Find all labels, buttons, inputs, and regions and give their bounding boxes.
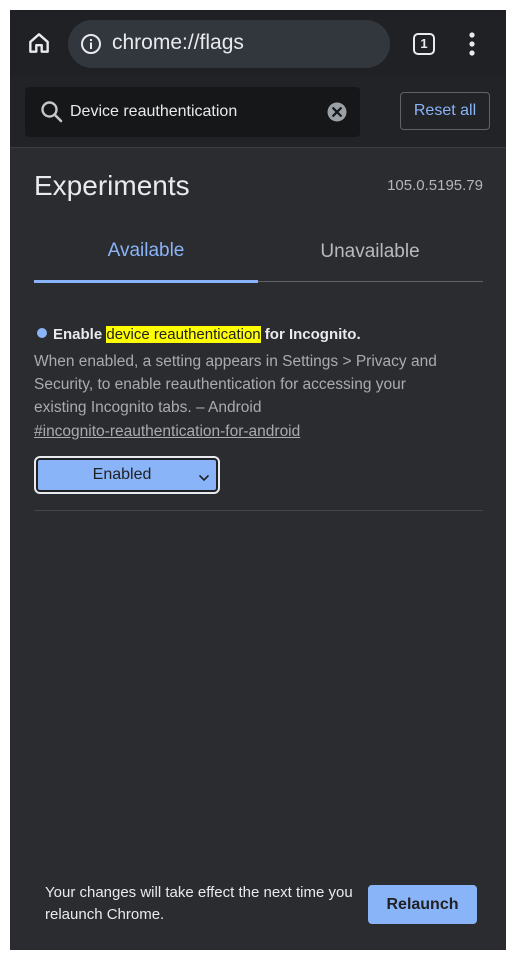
version-label: 105.0.5195.79: [387, 177, 483, 194]
flag-title-prefix: Enable: [53, 326, 107, 343]
flag-state-value: Enabled: [92, 466, 152, 483]
flags-page: chrome://flags 1 Device reauthentication: [10, 10, 506, 950]
info-icon[interactable]: [80, 33, 102, 55]
search-header: Device reauthentication Reset all: [10, 77, 506, 148]
relaunch-button[interactable]: Relaunch: [368, 885, 477, 924]
flag-title-suffix: for Incognito.: [260, 326, 361, 343]
more-vert-icon[interactable]: [460, 30, 484, 58]
tab-available[interactable]: Available: [34, 240, 258, 280]
flag-divider: [34, 510, 483, 511]
browser-toolbar: chrome://flags 1: [10, 10, 506, 77]
flag-description: When enabled, a setting appears in Setti…: [34, 353, 437, 416]
omnibox[interactable]: chrome://flags: [68, 20, 390, 68]
search-box[interactable]: Device reauthentication: [25, 87, 360, 137]
search-input[interactable]: Device reauthentication: [70, 103, 237, 121]
flag-modified-dot-icon: [37, 328, 47, 338]
reset-all-button[interactable]: Reset all: [400, 92, 490, 130]
chevron-down-icon: [198, 470, 210, 482]
flag-state-select[interactable]: Enabled: [34, 456, 220, 494]
search-icon: [39, 99, 65, 125]
page-title: Experiments: [34, 170, 190, 201]
search-match-highlight: device reauthentication: [106, 326, 261, 343]
flag-title: Enable device reauthentication for Incog…: [37, 326, 361, 343]
home-icon[interactable]: [24, 28, 54, 58]
tab-unavailable[interactable]: Unavailable: [258, 241, 482, 281]
url-text[interactable]: chrome://flags: [112, 31, 244, 55]
flag-permalink[interactable]: #incognito-reauthentication-for-android: [34, 423, 300, 441]
relaunch-message: Your changes will take effect the next t…: [45, 884, 353, 923]
tab-switcher-button[interactable]: 1: [413, 33, 435, 55]
clear-icon[interactable]: [327, 102, 347, 122]
tab-selected-indicator: [34, 280, 258, 283]
